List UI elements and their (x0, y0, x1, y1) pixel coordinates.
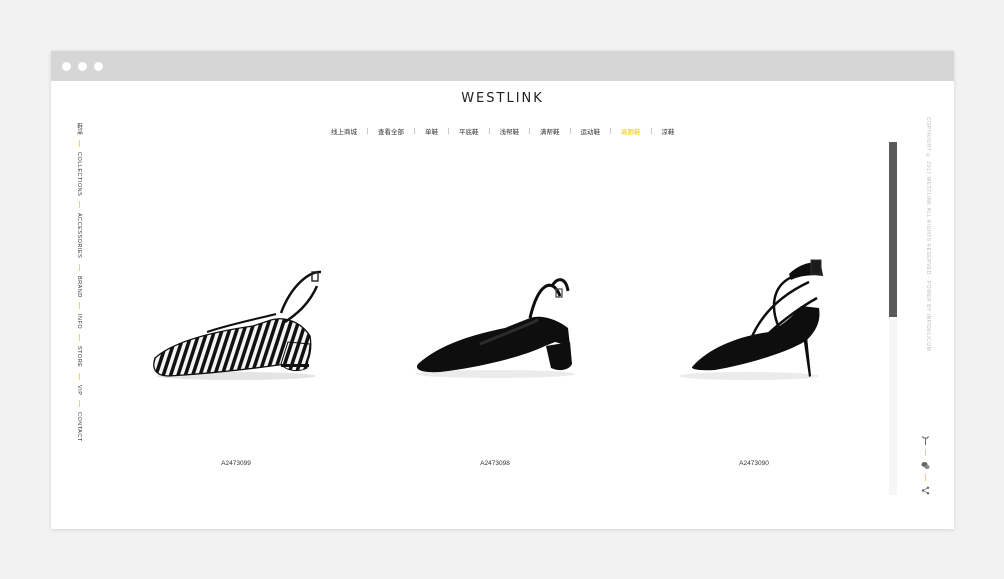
sidebar-item-contact[interactable]: CONTACT (76, 412, 82, 442)
sidebar-divider (78, 201, 80, 209)
nav-divider (650, 128, 652, 134)
product-card[interactable]: A2473098 (370, 236, 620, 476)
nav-divider (488, 128, 490, 134)
nav-divider (569, 128, 571, 134)
icon-divider (924, 474, 926, 481)
sidebar-item-accessories[interactable]: ACCESSORIES (76, 213, 82, 258)
sidebar-item-collections[interactable]: COLLECTIONS (76, 152, 82, 196)
sidebar-item-shoes[interactable]: 鞋品 (75, 123, 83, 135)
wechat-icon[interactable] (920, 460, 930, 470)
sidebar-divider (78, 302, 80, 310)
nav-item-single-shoes[interactable]: 单鞋 (425, 126, 438, 136)
scrollbar-track[interactable] (889, 142, 897, 495)
copyright-text: COPYRIGHT © 2017 WESTLINK ALL RIGHTS RES… (925, 117, 931, 352)
nav-item-online-mall[interactable]: 线上商城 (331, 126, 357, 136)
nav-item-full-shoes[interactable]: 满帮鞋 (540, 126, 560, 136)
product-sku: A2473098 (480, 460, 510, 467)
black-slingback-shoe-image (415, 278, 575, 378)
nav-divider (448, 128, 449, 134)
zebra-slingback-shoe-image (153, 270, 322, 380)
share-icon[interactable] (920, 485, 930, 495)
nav-divider (367, 128, 368, 134)
product-sku: A2473099 (221, 460, 251, 467)
nav-item-sneakers[interactable]: 运动鞋 (581, 126, 601, 136)
sidebar-item-brand[interactable]: BRAND (76, 276, 82, 298)
sidebar-divider (78, 263, 80, 271)
brand-logo[interactable]: WESTLINK (51, 91, 954, 106)
sidebar-divider (78, 372, 80, 380)
nav-item-sandals[interactable]: 凉鞋 (662, 126, 675, 136)
social-icons (919, 435, 931, 495)
nav-item-high-heels[interactable]: 高跟鞋 (621, 126, 641, 136)
weibo-icon[interactable] (920, 435, 930, 445)
sidebar-nav: 鞋品 COLLECTIONS ACCESSORIES BRAND INFO ST… (73, 123, 85, 442)
scrollbar-thumb[interactable] (889, 142, 897, 317)
black-strappy-heel-image (679, 259, 823, 380)
category-nav: 线上商城 查看全部 单鞋 平底鞋 浅帮鞋 满帮鞋 运动鞋 高跟鞋 凉鞋 (331, 126, 675, 136)
sidebar-item-store[interactable]: STORE (76, 346, 82, 367)
sidebar-item-info[interactable]: INFO (76, 314, 82, 329)
nav-item-flats[interactable]: 平底鞋 (459, 126, 479, 136)
product-sku: A2473090 (739, 460, 769, 467)
nav-divider (610, 128, 611, 134)
browser-titlebar (51, 51, 954, 81)
nav-item-shallow-shoes[interactable]: 浅帮鞋 (500, 126, 520, 136)
browser-window: WESTLINK 线上商城 查看全部 单鞋 平底鞋 浅帮鞋 满帮鞋 运动鞋 高跟… (51, 51, 954, 529)
nav-divider (414, 128, 415, 134)
sidebar-item-vip[interactable]: VIP (76, 385, 82, 395)
sidebar-divider (78, 400, 80, 408)
window-dot-minimize[interactable] (78, 62, 87, 71)
sidebar-divider (78, 140, 80, 147)
product-card[interactable]: A2473099 (111, 236, 361, 476)
icon-divider (924, 449, 926, 456)
sidebar-divider (78, 334, 80, 342)
product-card[interactable]: A2473090 (629, 236, 879, 476)
nav-item-view-all[interactable]: 查看全部 (378, 126, 404, 136)
window-dot-close[interactable] (62, 62, 71, 71)
window-dot-maximize[interactable] (94, 62, 103, 71)
nav-divider (529, 128, 530, 134)
